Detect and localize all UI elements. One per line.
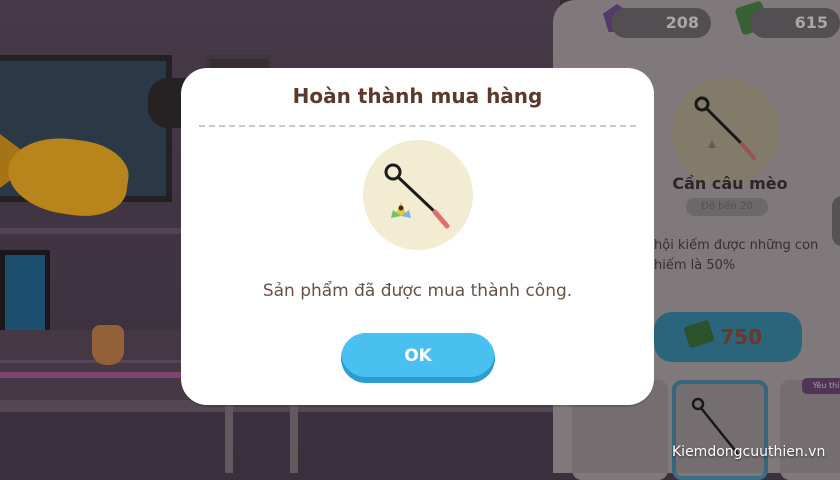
dialog-message: Sản phẩm đã được mua thành công. bbox=[262, 281, 573, 301]
dialog-divider bbox=[199, 125, 636, 127]
watermark: Kiemdongcuuthien.vn bbox=[672, 444, 826, 460]
ok-button[interactable]: OK bbox=[341, 333, 495, 383]
purchased-item-image bbox=[363, 140, 473, 250]
fishing-rod-icon bbox=[384, 163, 450, 229]
purchase-complete-dialog: Hoàn thành mua hàng Sản phẩm đã được mua… bbox=[181, 68, 654, 405]
dialog-title: Hoàn thành mua hàng bbox=[292, 84, 543, 108]
